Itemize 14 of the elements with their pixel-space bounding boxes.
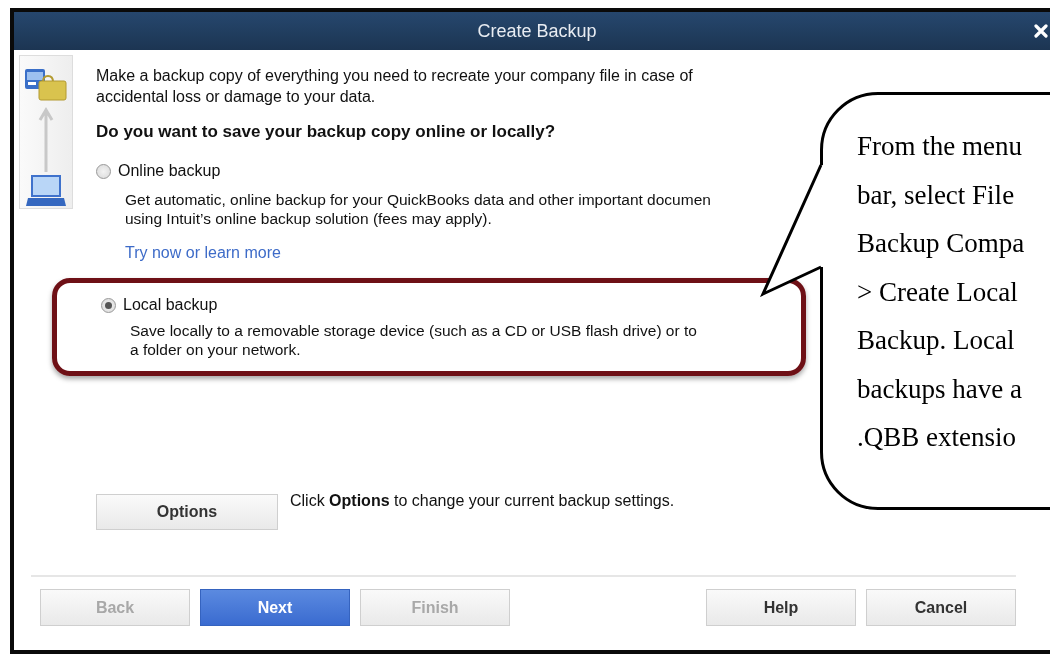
window-title: Create Backup	[477, 20, 597, 42]
dialog-button[interactable]: Help	[706, 589, 856, 626]
learn-more-link[interactable]: Try now or learn more	[125, 243, 281, 262]
dialog-button[interactable]: Cancel	[866, 589, 1016, 626]
option-description: Get automatic, online backup for your QuickBooks data and other important documen using Intuit’s online backup solution (fees may apply).	[125, 189, 712, 228]
dialog-button[interactable]: Next	[200, 589, 350, 626]
question-heading: Do you want to save your backup copy online or locally?	[96, 122, 557, 142]
options-button[interactable]: Options	[96, 494, 278, 530]
options-hint: Click Options to change your current backup settings.	[290, 492, 675, 510]
option-description: Save locally to a removable storage device (such as a CD or USB flash drive) or to a folder on your network.	[130, 321, 698, 359]
intro-text: Make a backup copy of everything you need to recreate your company file in case of accidental loss or damage to your data.	[96, 66, 694, 107]
radio-option[interactable]: Local backup	[101, 296, 218, 314]
callout-text: From the menu bar, select File Backup Compa > Create Local Backup. Local backups have a .QBB extensio	[857, 130, 1026, 454]
radio-option[interactable]: Online backup	[96, 162, 221, 180]
